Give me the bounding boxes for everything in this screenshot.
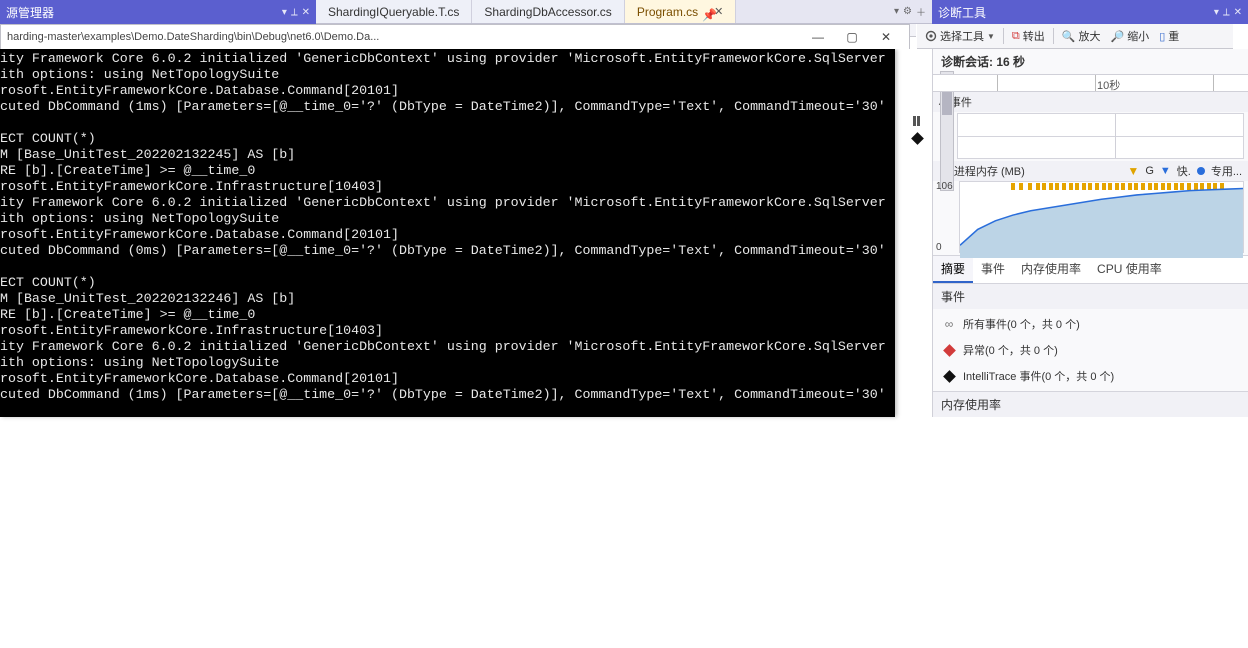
console-output[interactable]: ity Framework Core 6.0.2 initialized 'Ge… (0, 49, 895, 403)
tab-cpu-usage[interactable]: CPU 使用率 (1089, 256, 1170, 283)
session-label: 诊断会话: (941, 55, 993, 69)
timeline-ruler[interactable]: 10秒 (933, 74, 1248, 92)
events-section-header[interactable]: ▲ 事件 (933, 92, 1248, 112)
pop-out-button[interactable]: ⧉ 转出 (1008, 26, 1049, 46)
blank-area (0, 417, 1248, 648)
chart-icon: ▯ (1159, 30, 1165, 43)
dropdown-icon[interactable]: ▾ (282, 7, 287, 18)
tab-program[interactable]: Program.cs 📌 ✕ (625, 0, 737, 23)
diagnostics-panel: 诊断会话: 16 秒 10秒 ▲ 事件 ▲ 进程内存 (MB) (932, 49, 1248, 417)
solution-explorer-title: 源管理器 (6, 4, 54, 21)
legend-snapshot: 快. (1177, 163, 1191, 179)
pause-icon (913, 116, 923, 126)
editor-tab-bar: ShardingIQueryable.T.cs ShardingDbAccess… (316, 0, 932, 24)
add-icon[interactable]: ＋ (916, 4, 926, 19)
editor-area: Demo.DateSharding ▾ Demo.DateSharding.Pr… (0, 49, 932, 417)
diagnostics-toolbar: 选择工具 ▼ ⧉ 转出 🔍 放大 🔎 缩小 ▯ 重 (917, 24, 1233, 49)
detail-tabs: 摘要 事件 内存使用率 CPU 使用率 (933, 255, 1248, 284)
diamond-icon (911, 132, 924, 145)
zoom-out-button[interactable]: 🔎 缩小 (1106, 26, 1153, 46)
close-button[interactable]: ✕ (869, 30, 903, 44)
memory-usage-subheader: 内存使用率 (933, 391, 1248, 417)
diagnostics-header[interactable]: 诊断工具 ▾ ⟂ ✕ (932, 0, 1248, 24)
button-label: 放大 (1078, 28, 1100, 44)
tab-label: ShardingIQueryable.T.cs (328, 5, 459, 19)
tab-sharding-db-accessor[interactable]: ShardingDbAccessor.cs (472, 0, 624, 23)
tick (1095, 75, 1096, 91)
lane-vline (1115, 114, 1116, 158)
tab-label: ShardingDbAccessor.cs (484, 5, 611, 19)
legend-dot-icon (1197, 167, 1205, 175)
event-row-exceptions[interactable]: 异常(0 个，共 0 个) (933, 337, 1248, 363)
popout-icon: ⧉ (1012, 30, 1020, 43)
y-axis-top: 106 (936, 181, 953, 192)
events-subheader: 事件 (933, 284, 1248, 309)
button-label: 缩小 (1127, 28, 1149, 44)
button-label: 转出 (1023, 28, 1045, 44)
tick (997, 75, 998, 91)
legend-gc: G (1145, 165, 1154, 177)
select-tools-button[interactable]: 选择工具 ▼ (921, 26, 999, 46)
legend-private: 专用... (1211, 163, 1242, 179)
separator (1003, 28, 1004, 44)
close-icon[interactable]: ✕ (1234, 7, 1242, 18)
link-icon: ∞ (943, 317, 955, 331)
console-title-path: harding-master\examples\Demo.DateShardin… (7, 31, 801, 43)
console-window[interactable]: harding-master\examples\Demo.DateShardin… (0, 49, 895, 417)
dropdown-icon[interactable]: ▾ (1214, 7, 1219, 18)
session-row: 诊断会话: 16 秒 (933, 49, 1248, 74)
memory-section-header[interactable]: ▲ 进程内存 (MB) ▼ G ▼ 快. 专用... (933, 161, 1248, 181)
memory-chart[interactable]: 106 0 106 0 (959, 181, 1244, 253)
tab-events[interactable]: 事件 (973, 256, 1013, 283)
console-titlebar[interactable]: harding-master\examples\Demo.DateShardin… (0, 24, 910, 49)
tick (1213, 75, 1214, 91)
event-text: 异常(0 个，共 0 个) (963, 342, 1058, 358)
gc-marker-icon: ▼ (1127, 164, 1139, 178)
maximize-button[interactable]: ▢ (835, 30, 869, 44)
event-row-intellitrace[interactable]: IntelliTrace 事件(0 个，共 0 个) (933, 363, 1248, 389)
solution-explorer-header[interactable]: 源管理器 ▾ ⟂ ✕ (0, 0, 316, 24)
tab-sharding-iqueryable[interactable]: ShardingIQueryable.T.cs (316, 0, 472, 23)
event-text: IntelliTrace 事件(0 个，共 0 个) (963, 368, 1114, 384)
zoom-out-icon: 🔎 (1110, 30, 1124, 43)
snapshot-marker-icon: ▼ (1160, 165, 1171, 177)
event-text: 所有事件(0 个，共 0 个) (963, 316, 1080, 332)
session-value: 16 秒 (996, 55, 1025, 69)
pin-icon[interactable]: 📌 (702, 8, 710, 16)
zoom-in-icon: 🔍 (1062, 30, 1076, 43)
event-row-all[interactable]: ∞ 所有事件(0 个，共 0 个) (933, 311, 1248, 337)
tab-label: Program.cs (637, 5, 698, 19)
intellitrace-icon (943, 372, 955, 381)
minimize-button[interactable]: — (801, 30, 835, 44)
tab-memory-usage[interactable]: 内存使用率 (1013, 256, 1089, 283)
button-label: 选择工具 (940, 28, 984, 44)
section-title: 进程内存 (MB) (954, 163, 1025, 179)
exception-icon (943, 346, 955, 355)
pin-icon[interactable]: ⟂ (291, 7, 298, 18)
dropdown-icon[interactable]: ▾ (894, 6, 899, 17)
close-icon[interactable]: ✕ (302, 7, 310, 18)
lane-split (958, 136, 1243, 137)
zoom-in-button[interactable]: 🔍 放大 (1058, 26, 1105, 46)
reset-zoom-button[interactable]: ▯ 重 (1155, 26, 1183, 46)
button-label: 重 (1168, 28, 1179, 44)
separator (1053, 28, 1054, 44)
y-axis-bot: 0 (936, 242, 942, 253)
events-list: ∞ 所有事件(0 个，共 0 个) 异常(0 个，共 0 个) IntelliT… (933, 309, 1248, 391)
close-icon[interactable]: ✕ (714, 5, 723, 18)
pin-icon[interactable]: ⟂ (1223, 7, 1230, 18)
gear-icon[interactable]: ⚙ (903, 6, 912, 17)
diagnostics-title: 诊断工具 (938, 4, 986, 21)
events-lane[interactable] (957, 113, 1244, 159)
timeline-tick-label: 10秒 (1097, 77, 1120, 93)
tab-summary[interactable]: 摘要 (933, 256, 973, 283)
gear-icon (925, 30, 937, 42)
chevron-down-icon[interactable]: ▼ (987, 32, 995, 41)
